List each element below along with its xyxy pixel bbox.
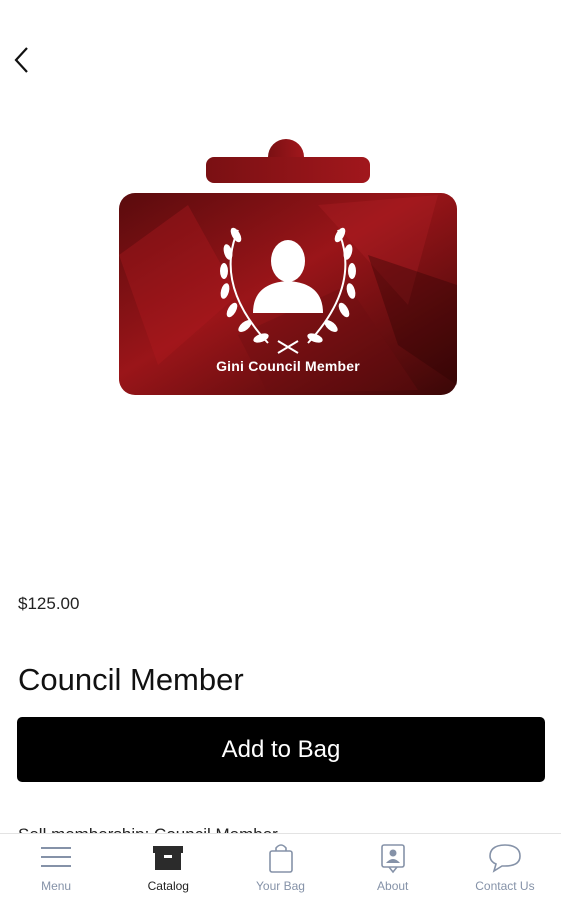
menu-icon [41,847,72,867]
bag-icon [268,844,293,873]
bottom-tab-bar: Menu Catalog Your Bag About Contact Us [0,833,561,900]
add-to-bag-button[interactable]: Add to Bag [17,717,545,782]
tab-contact-us[interactable]: Contact Us [449,834,561,900]
card-caption: Gini Council Member [216,358,360,374]
tab-label: Contact Us [475,879,535,893]
about-icon [380,844,405,874]
back-button[interactable] [8,42,36,78]
tab-label: Your Bag [256,879,305,893]
tab-your-bag[interactable]: Your Bag [224,834,336,900]
catalog-icon [153,846,184,870]
chat-icon [489,844,521,873]
product-image: Gini Council Member [118,135,458,397]
product-title: Council Member [18,662,244,697]
tab-label: About [377,879,409,893]
tab-label: Menu [41,879,72,893]
tab-catalog[interactable]: Catalog [112,834,224,900]
product-price: $125.00 [18,594,80,613]
tab-label: Catalog [147,879,189,893]
tab-menu[interactable]: Menu [0,834,112,900]
tab-about[interactable]: About [337,834,449,900]
chevron-left-icon [14,47,28,73]
